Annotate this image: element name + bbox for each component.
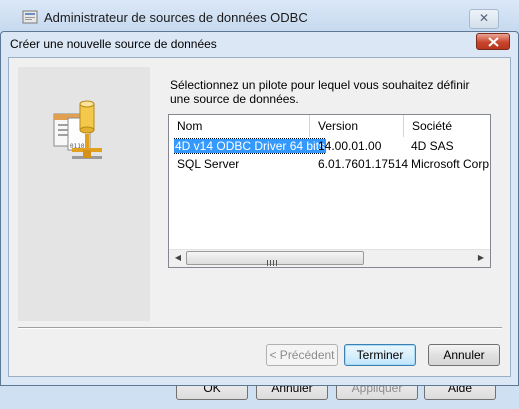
odbc-datasource-icon: 0110 <box>50 100 120 166</box>
finish-button[interactable]: Terminer <box>344 344 416 366</box>
cancel-button[interactable]: Annuler <box>428 344 500 366</box>
column-header-name[interactable]: Nom <box>169 115 310 137</box>
close-icon: ✕ <box>478 11 490 25</box>
driver-version-cell: 6.01.7601.17514 <box>318 157 408 171</box>
dialog-close-button[interactable] <box>476 33 510 50</box>
previous-button[interactable]: < Précédent <box>266 344 338 366</box>
column-header-version[interactable]: Version <box>310 115 404 137</box>
close-icon <box>488 37 499 47</box>
driver-name-cell: SQL Server <box>177 157 240 171</box>
driver-company-cell: Microsoft Corpor <box>411 157 489 171</box>
column-header-company[interactable]: Société <box>404 115 490 137</box>
driver-company-cell: 4D SAS <box>411 139 454 153</box>
wizard-description: Sélectionnez un pilote pour lequel vous … <box>170 78 470 106</box>
scroll-right-icon[interactable]: ▶ <box>474 251 488 265</box>
driver-version-cell: 14.00.01.00 <box>318 139 382 153</box>
driver-name-cell[interactable]: 4D v14 ODBC Driver 64 bits <box>174 138 327 154</box>
odbc-admin-close-button[interactable]: ✕ <box>469 9 499 29</box>
odbc-admin-app-icon <box>22 9 38 25</box>
dialog-title: Créer une nouvelle source de données <box>10 37 217 51</box>
scroll-left-icon[interactable]: ◀ <box>171 251 185 265</box>
odbc-admin-title: Administrateur de sources de données ODB… <box>44 10 308 25</box>
button-separator <box>18 327 502 329</box>
scroll-grip-icon <box>266 255 278 266</box>
